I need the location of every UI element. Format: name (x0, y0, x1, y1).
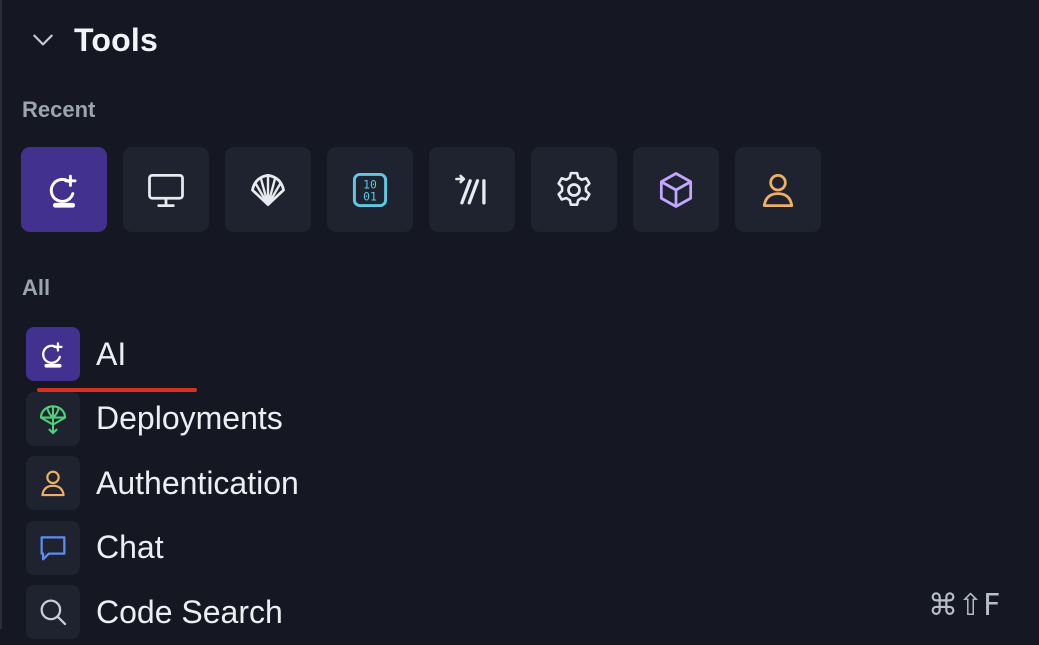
search-icon (40, 599, 67, 626)
deployments-icon (39, 404, 67, 434)
tool-icon-box (26, 456, 80, 511)
tool-icon-box (26, 391, 80, 446)
code-search-shortcut: ⌘⇧F (928, 588, 1001, 623)
recent-tool-shell[interactable] (225, 147, 311, 232)
tools-section-header[interactable]: Tools (30, 20, 158, 60)
ai-sparkle-icon (49, 174, 77, 208)
tool-icon-box (26, 520, 80, 575)
tool-icon-box (26, 585, 80, 640)
gear-icon (557, 171, 591, 206)
tool-label: AI (96, 335, 127, 372)
recent-tools-row: 10 01 (21, 147, 821, 232)
recent-tool-linear[interactable] (429, 147, 515, 232)
tool-label: Authentication (96, 464, 299, 501)
recent-label: Recent (22, 97, 96, 122)
user-icon (41, 470, 65, 497)
recent-tool-ai[interactable] (21, 147, 107, 232)
active-underline (37, 388, 197, 392)
chat-icon (40, 535, 66, 561)
tool-label: Code Search (96, 593, 283, 630)
shell-icon (251, 173, 285, 206)
recent-tool-package[interactable] (633, 147, 719, 232)
monitor-icon (148, 173, 184, 207)
tool-item-ai[interactable]: AI (26, 322, 299, 387)
tools-list: AI Deployments Authentication Chat Code … (26, 322, 299, 645)
recent-tool-user[interactable] (735, 147, 821, 232)
recent-tool-monitor[interactable] (123, 147, 209, 232)
binary-icon: 10 01 (352, 172, 388, 207)
tool-item-deployments[interactable]: Deployments (26, 387, 299, 452)
tool-item-chat[interactable]: Chat (26, 516, 299, 581)
recent-tool-settings[interactable] (531, 147, 617, 232)
tool-item-code-search[interactable]: Code Search (26, 580, 299, 645)
tool-label: Deployments (96, 400, 283, 437)
ai-sparkle-icon (42, 342, 63, 368)
tool-icon-box (26, 327, 80, 382)
panel-left-border (0, 0, 2, 629)
tool-label: Chat (96, 529, 164, 566)
all-label: All (22, 275, 51, 300)
cube-icon (659, 171, 693, 208)
recent-tool-binary[interactable]: 10 01 (327, 147, 413, 232)
section-title: Tools (74, 21, 158, 58)
linear-icon (455, 174, 486, 204)
chevron-down-icon (33, 34, 53, 46)
svg-text:01: 01 (363, 189, 377, 203)
user-icon (762, 173, 794, 207)
tool-item-authentication[interactable]: Authentication (26, 451, 299, 516)
